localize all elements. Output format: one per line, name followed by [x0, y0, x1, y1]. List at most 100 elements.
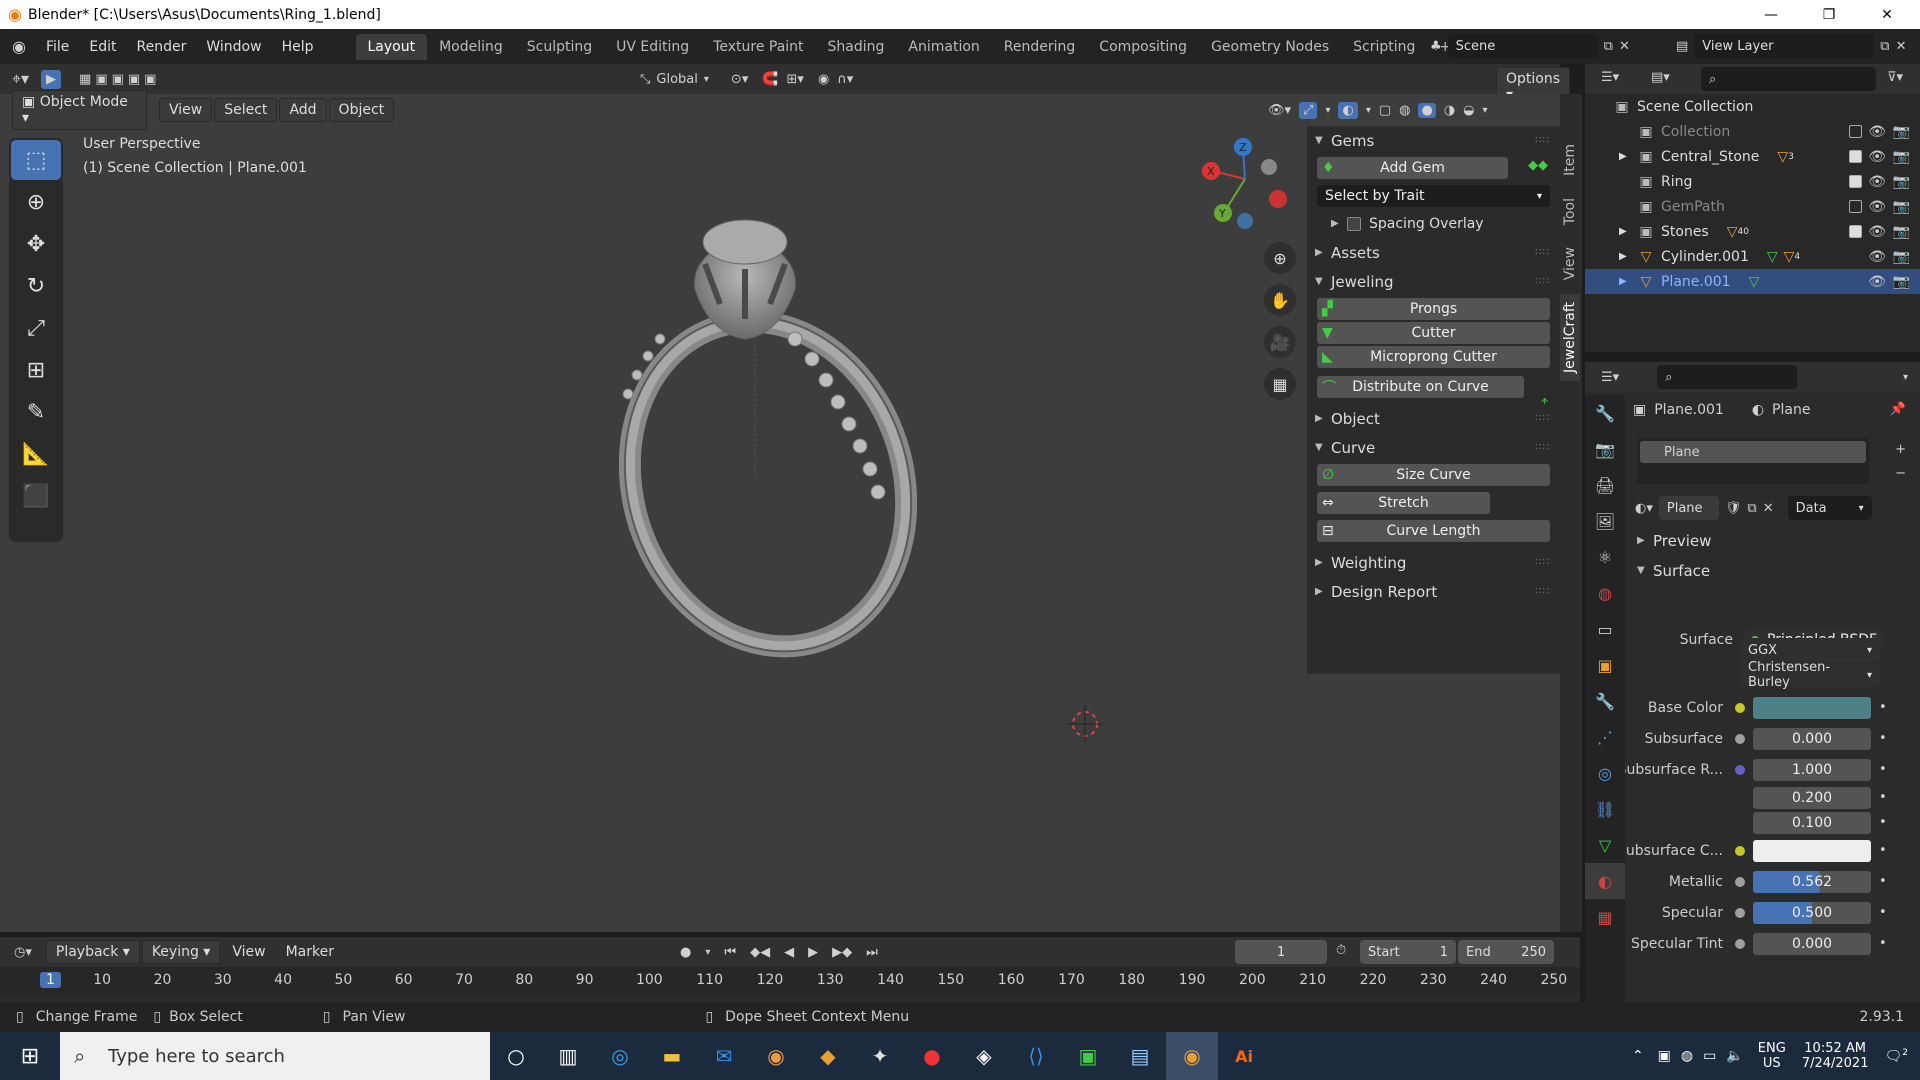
delete-view-layer-icon[interactable]: ✕: [1896, 39, 1907, 54]
volume-icon[interactable]: 🔈: [1726, 1048, 1743, 1064]
camera-icon[interactable]: 📷: [1893, 124, 1910, 140]
remove-slot-icon[interactable]: −: [1895, 466, 1906, 481]
eye-icon[interactable]: 👁: [1868, 224, 1886, 240]
distribute-on-curve-button[interactable]: ⌒ Distribute on Curve: [1317, 376, 1524, 398]
pycharm-icon[interactable]: ▣: [1062, 1032, 1114, 1080]
jeweling-section-header[interactable]: ▼ Jeweling ∷∷: [1307, 267, 1560, 296]
property-value-field[interactable]: 0.000: [1753, 932, 1871, 955]
file-explorer-icon[interactable]: ▬: [646, 1032, 698, 1080]
frame-ruler[interactable]: 1 10 20 30 40 50 60 70 80 90 100 110 120 130 140 150 160…: [0, 967, 1580, 994]
stretch-button[interactable]: ⇔ Stretch: [1317, 492, 1490, 514]
move-tool-icon[interactable]: ✥: [11, 224, 61, 264]
property-value-field[interactable]: 0.000: [1753, 727, 1871, 750]
prev-keyframe-icon[interactable]: ◆◀: [750, 945, 770, 960]
eye-icon[interactable]: 👁: [1868, 274, 1886, 290]
stopwatch-icon[interactable]: ⏱: [1336, 943, 1346, 958]
chevron-down-icon[interactable]: ▾: [1903, 372, 1908, 383]
overlay-icon[interactable]: ◐: [1338, 101, 1358, 119]
socket-icon[interactable]: [1735, 764, 1745, 775]
menu-file[interactable]: File: [36, 39, 79, 55]
socket-icon[interactable]: [1735, 845, 1745, 856]
property-value-field[interactable]: 0.562: [1753, 870, 1871, 893]
socket-icon[interactable]: [1735, 907, 1745, 918]
camera-icon[interactable]: 📷: [1893, 199, 1910, 215]
socket-icon[interactable]: [1735, 876, 1745, 887]
zoom-icon[interactable]: ⊕: [1264, 242, 1296, 274]
keyframe-dot-icon[interactable]: •: [1879, 790, 1887, 805]
scene-props-icon[interactable]: ⚛: [1585, 539, 1625, 575]
object-props-icon[interactable]: ▣: [1585, 647, 1625, 683]
material-name-field[interactable]: Plane: [1658, 496, 1719, 520]
play-icon[interactable]: ▶: [808, 945, 818, 960]
unlink-icon[interactable]: ✕: [1763, 501, 1774, 516]
timeline-menu-marker[interactable]: Marker: [276, 944, 344, 960]
taskbar-search-input[interactable]: ⌕ Type here to search: [60, 1032, 490, 1080]
outliner-root[interactable]: ▣ Scene Collection: [1585, 94, 1920, 119]
add-gem-button[interactable]: ♦ Add Gem: [1317, 157, 1508, 179]
material-browse-icon[interactable]: ◐▾: [1635, 501, 1653, 516]
camera-icon[interactable]: 📷: [1893, 249, 1910, 265]
tray-chevron-icon[interactable]: ⌃: [1632, 1048, 1644, 1064]
play-reverse-icon[interactable]: ◀: [784, 945, 794, 960]
object-section-header[interactable]: ▶ Object ∷∷: [1307, 404, 1560, 433]
network-icon[interactable]: ◍: [1681, 1048, 1693, 1064]
outliner-editor-icon[interactable]: ☰▾: [1601, 70, 1619, 85]
view-layer-props-icon[interactable]: 🖼: [1585, 503, 1625, 539]
pin-icon[interactable]: 📌: [1890, 402, 1906, 417]
xray-icon[interactable]: ▢: [1379, 103, 1391, 118]
keyframe-dot-icon[interactable]: •: [1879, 843, 1887, 858]
menu-render[interactable]: Render: [127, 39, 197, 55]
viewport-menu-select[interactable]: Select: [214, 98, 278, 122]
gizmo-icon[interactable]: ⤢: [1299, 101, 1318, 119]
size-curve-button[interactable]: ∅ Size Curve: [1317, 464, 1550, 486]
material-props-icon[interactable]: ◐: [1585, 863, 1625, 899]
tab-compositing[interactable]: Compositing: [1087, 34, 1199, 60]
socket-icon[interactable]: [1735, 702, 1745, 713]
blender-menu-icon[interactable]: ◉: [0, 37, 36, 56]
language-indicator[interactable]: ENG US: [1758, 1041, 1786, 1071]
tab-tool[interactable]: Tool: [1560, 190, 1580, 233]
camera-icon[interactable]: 📷: [1893, 149, 1910, 165]
mode-dropdown[interactable]: ▣ Object Mode ▾: [12, 90, 147, 130]
outliner-row[interactable]: ▶ ▽ Cylinder.001 ▽ ▽ 4 👁 📷: [1585, 244, 1920, 269]
keyframe-dot-icon[interactable]: •: [1879, 815, 1887, 830]
new-view-layer-icon[interactable]: ⧉: [1880, 39, 1889, 54]
properties-search-input[interactable]: ⌕: [1657, 365, 1798, 389]
material-slot-list[interactable]: Plane: [1637, 438, 1869, 484]
tab-uv-editing[interactable]: UV Editing: [604, 34, 701, 60]
property-value-field[interactable]: [1753, 839, 1871, 862]
outliner-row-selected[interactable]: ▶ ▽ Plane.001 ▽ 👁 📷: [1585, 269, 1920, 294]
cutter-button[interactable]: ▼ Cutter: [1317, 322, 1550, 344]
chrome-icon[interactable]: ◉: [750, 1032, 802, 1080]
gems-section-header[interactable]: ▼ Gems ∷∷: [1307, 126, 1560, 155]
orientation-dropdown[interactable]: Global: [656, 72, 697, 87]
view-layer-icon[interactable]: ▤: [1676, 39, 1688, 54]
solid-shading-icon[interactable]: ●: [1418, 102, 1436, 118]
cortana-icon[interactable]: ○: [490, 1032, 542, 1080]
link-dropdown[interactable]: Data ▾: [1787, 496, 1872, 520]
delete-scene-icon[interactable]: ✕: [1619, 39, 1630, 54]
new-scene-icon[interactable]: ⧉: [1604, 39, 1613, 54]
tab-rendering[interactable]: Rendering: [992, 34, 1088, 60]
maximize-button[interactable]: ❐: [1800, 0, 1858, 29]
close-button[interactable]: ✕: [1858, 0, 1916, 29]
app-icon-13[interactable]: ▤: [1114, 1032, 1166, 1080]
property-value-field[interactable]: 1.000: [1753, 758, 1871, 781]
filter-icon[interactable]: ⊽▾: [1887, 70, 1903, 85]
transform-tool-icon[interactable]: ⊞: [11, 350, 61, 390]
keyframe-dot-icon[interactable]: •: [1879, 874, 1887, 889]
keyframe-dot-icon[interactable]: •: [1879, 700, 1887, 715]
constraints-props-icon[interactable]: ⛓: [1585, 791, 1625, 827]
illustrator-icon[interactable]: Ai: [1218, 1032, 1270, 1080]
fake-user-icon[interactable]: 🛡: [1725, 501, 1742, 516]
property-value-field[interactable]: 0.500: [1753, 901, 1871, 924]
select-mode-icons[interactable]: ▦▣▣▣▣: [79, 72, 160, 87]
editor-type-icon[interactable]: ⌖▾: [0, 69, 41, 89]
snap-target-icon[interactable]: ⊞▾: [787, 72, 804, 87]
menu-edit[interactable]: Edit: [79, 39, 126, 55]
clock[interactable]: 10:52 AM 7/24/2021: [1802, 1041, 1869, 1071]
timeline-editor-icon[interactable]: ◷▾: [0, 945, 46, 960]
battery-icon[interactable]: ▭: [1703, 1048, 1716, 1064]
gem-edit-icons[interactable]: ◆◆: [1528, 158, 1548, 173]
tool-props-icon[interactable]: 🔧: [1585, 395, 1625, 431]
